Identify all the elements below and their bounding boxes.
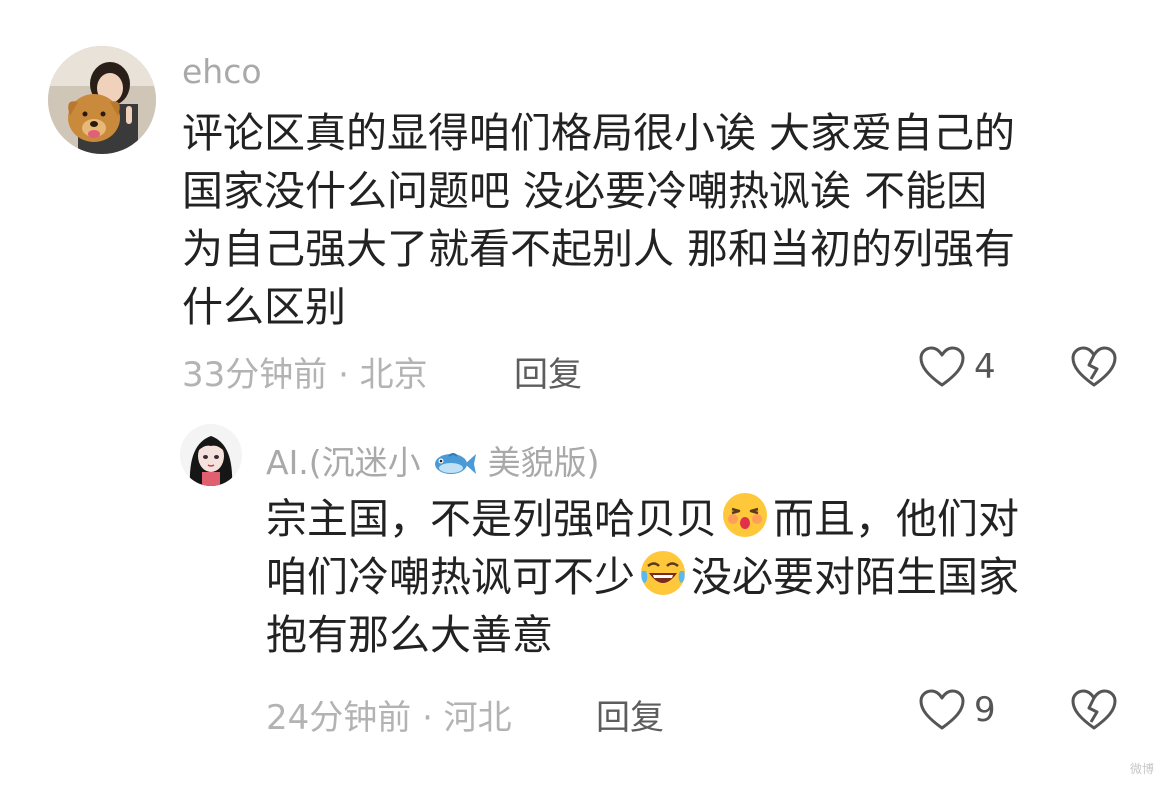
replier-username-suffix: 美貌版) xyxy=(487,443,600,482)
rolling-laughing-icon xyxy=(641,551,685,595)
heart-icon xyxy=(919,346,965,387)
replier-username[interactable]: AI.(沉迷小 美貌版) xyxy=(266,436,600,484)
comment-line: 评论区真的显得咱们格局很小诶 大家爱自己的 xyxy=(182,109,1016,157)
comment-like-button[interactable]: 4 xyxy=(918,345,996,389)
comment-reply-button[interactable]: 回复 xyxy=(514,347,582,396)
comment-dislike-button[interactable] xyxy=(1070,345,1118,393)
replier-username-prefix: AI.(沉迷小 xyxy=(266,443,421,482)
fish-icon xyxy=(435,453,477,474)
comment-line: 国家没什么问题吧 没必要冷嘲热讽诶 不能因 xyxy=(182,167,988,215)
broken-heart-icon xyxy=(1071,346,1117,387)
comment-text: 评论区真的显得咱们格局很小诶 大家爱自己的 国家没什么问题吧 没必要冷嘲热讽诶 … xyxy=(182,104,1015,336)
reply-like-button[interactable]: 9 xyxy=(918,688,996,732)
reply-text: 宗主国，不是列强哈贝贝 而且，他们对 咱们冷嘲热讽可不少 没必要对陌生国家 抱有… xyxy=(266,490,1019,664)
reply-time-location: 24分钟前 · 河北 xyxy=(266,698,512,738)
commenter-username[interactable]: ehco xyxy=(182,52,262,91)
kissing-face-icon xyxy=(723,493,767,537)
watermark: 微博 xyxy=(1129,762,1154,776)
reply-line2-end: 没必要对陌生国家 xyxy=(691,553,1019,601)
reply-reply-button[interactable]: 回复 xyxy=(596,690,664,739)
avatar-anime-girl-icon xyxy=(180,424,242,486)
reply-line1-start: 宗主国，不是列强哈贝贝 xyxy=(266,495,717,543)
replier-avatar[interactable] xyxy=(180,424,242,486)
comment-time-location: 33分钟前 · 北京 xyxy=(182,355,428,395)
reply-like-count: 9 xyxy=(974,690,996,730)
reply-line3: 抱有那么大善意 xyxy=(266,611,553,659)
heart-icon xyxy=(919,689,965,730)
comment-like-count: 4 xyxy=(974,347,996,387)
reply-line1-end: 而且，他们对 xyxy=(773,495,1019,543)
comment-line: 为自己强大了就看不起别人 那和当初的列强有 xyxy=(182,225,1016,273)
broken-heart-icon xyxy=(1071,689,1117,730)
reply-dislike-button[interactable] xyxy=(1070,688,1118,736)
commenter-avatar[interactable] xyxy=(48,46,156,154)
reply-line2-start: 咱们冷嘲热讽可不少 xyxy=(266,553,635,601)
comment-line: 什么区别 xyxy=(182,283,346,331)
avatar-girl-with-dog-icon xyxy=(48,46,156,154)
